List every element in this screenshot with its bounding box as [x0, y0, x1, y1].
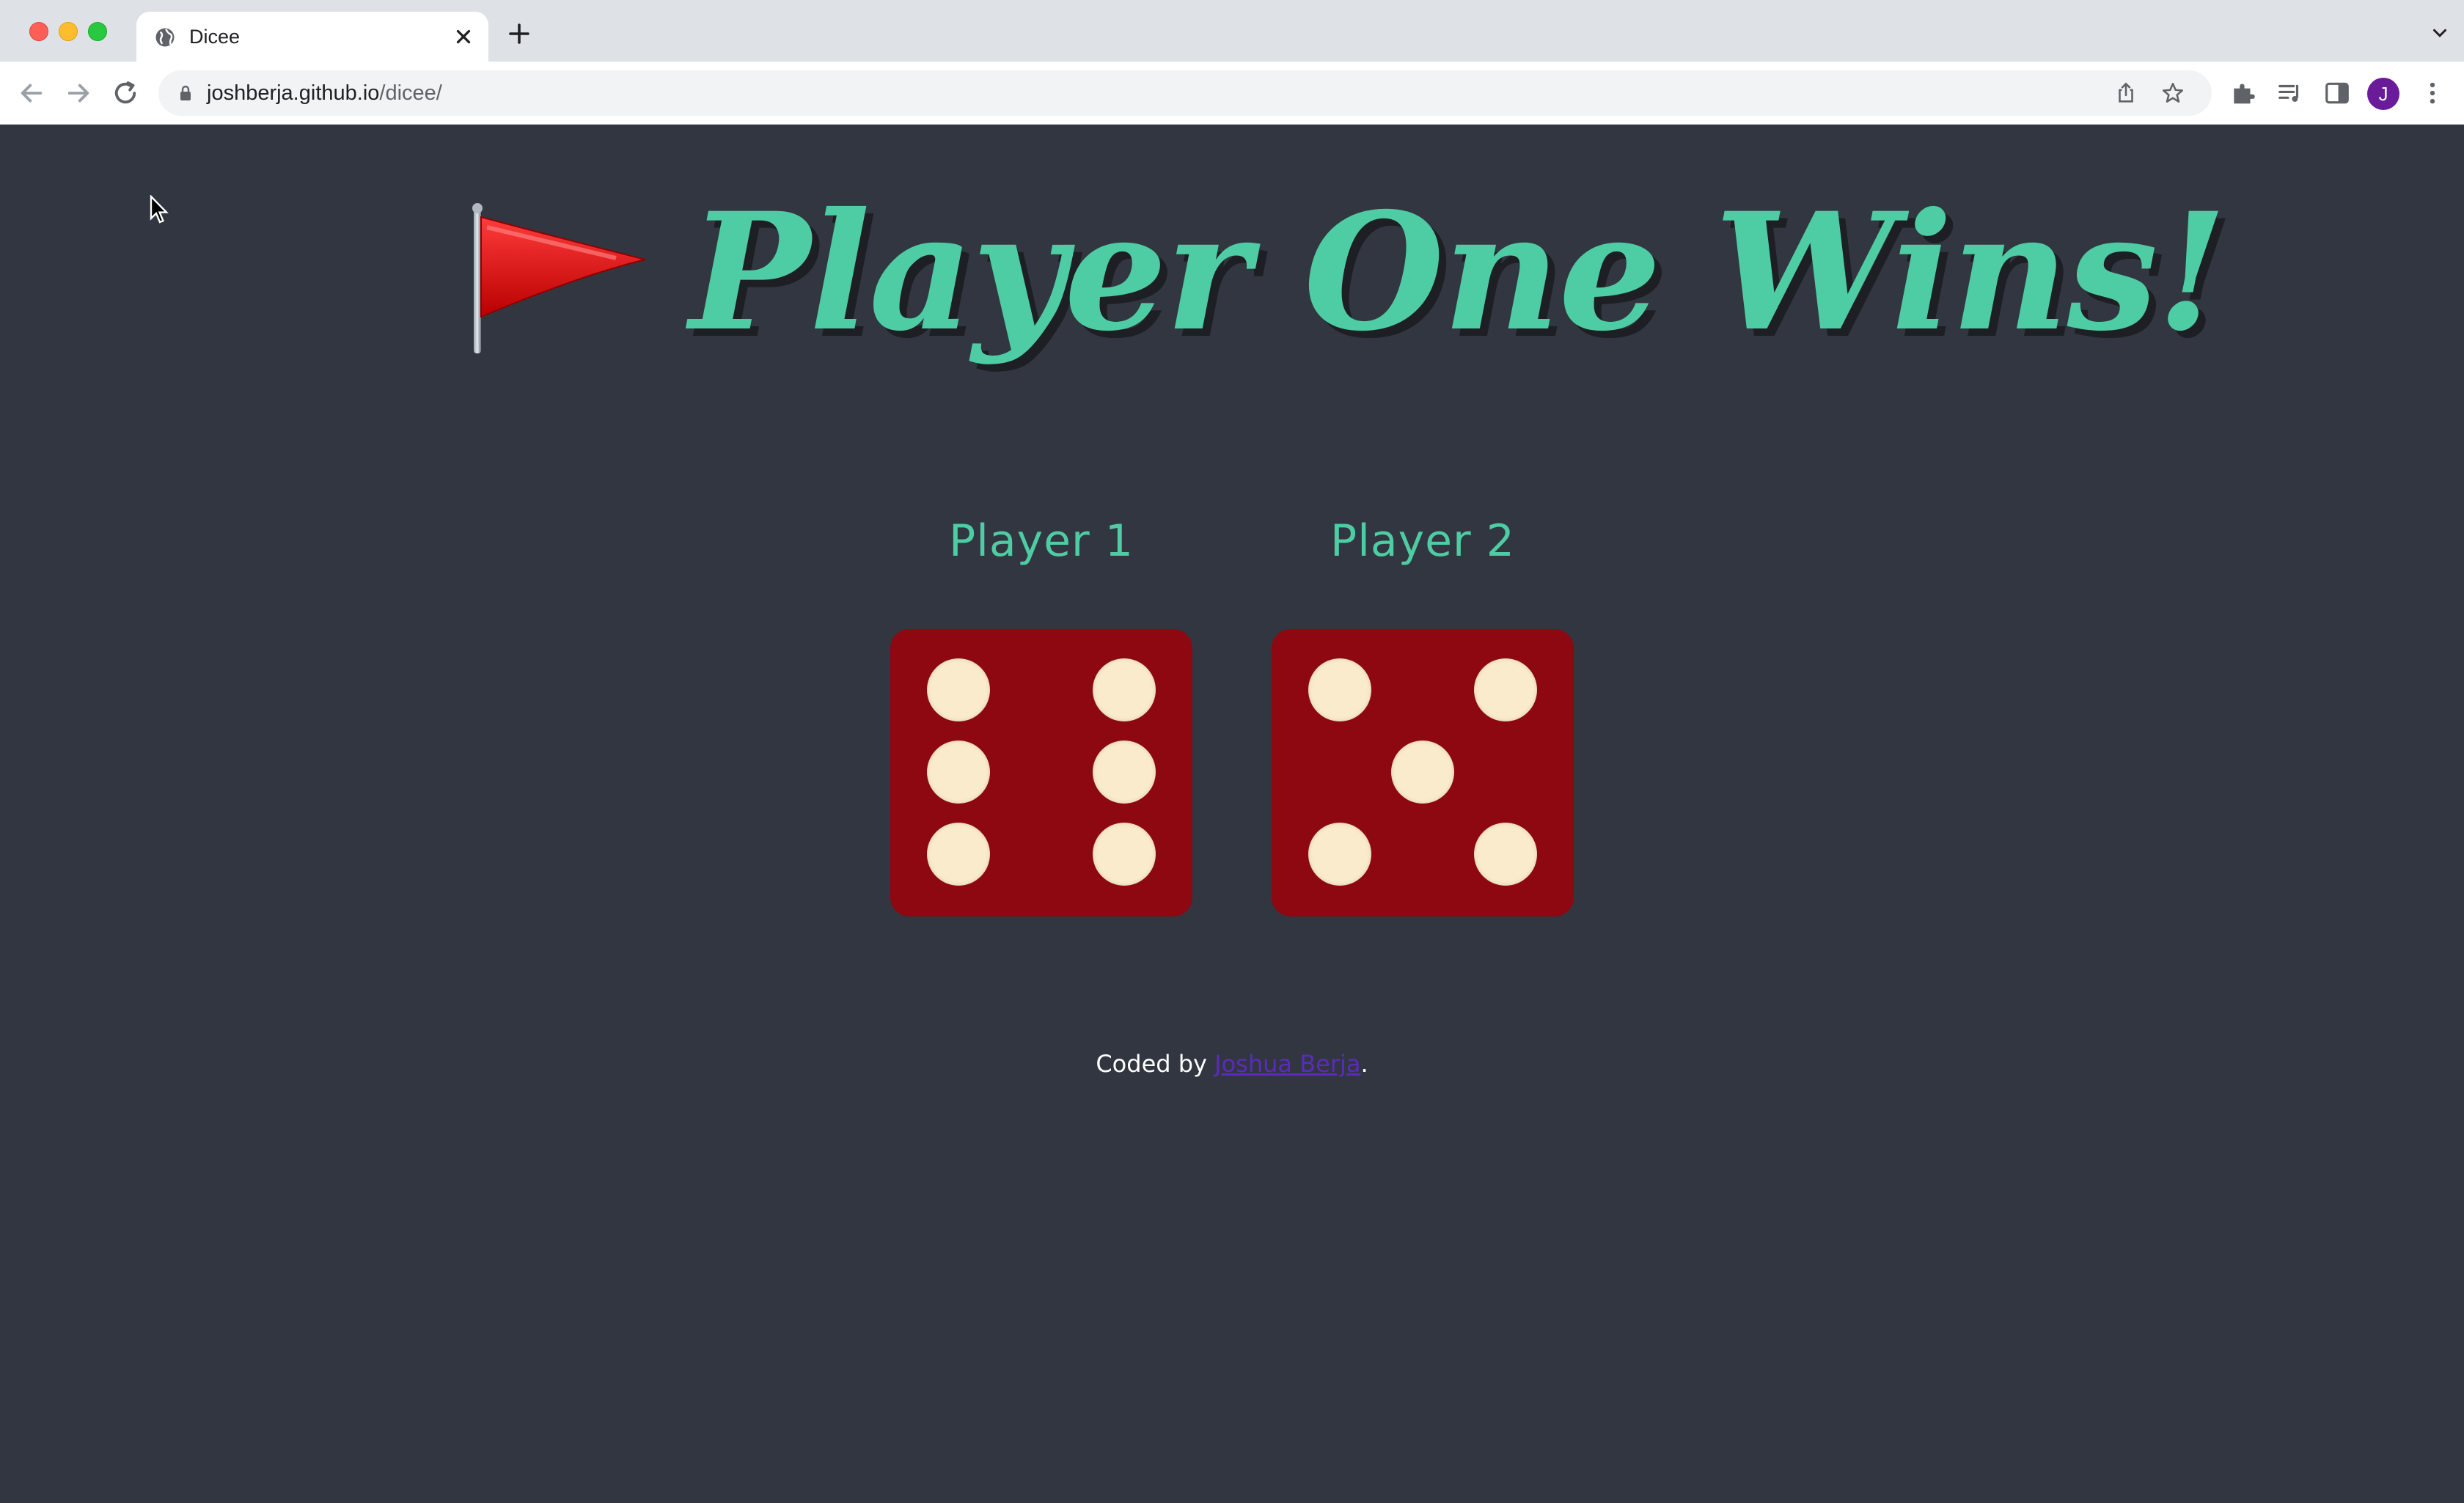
tab-dicee[interactable]: Dicee [136, 12, 488, 62]
die-pip [927, 741, 990, 804]
die-pip [1093, 823, 1156, 886]
player-two-label: Player 2 [1330, 515, 1515, 567]
star-icon[interactable] [2160, 81, 2185, 106]
lock-icon[interactable] [177, 84, 194, 102]
player-one-panel: Player 1 [887, 512, 1195, 916]
footer-prefix: Coded by [1096, 1050, 1215, 1078]
plus-icon[interactable] [506, 21, 532, 47]
minimize-window-button[interactable] [59, 22, 78, 41]
player-two-die [1272, 629, 1574, 916]
browser-toolbar: joshberja.github.io/dicee/ J [0, 62, 2464, 125]
author-link[interactable]: Joshua Berja [1214, 1050, 1360, 1078]
die-pip [1391, 741, 1454, 804]
url-path: /dicee/ [379, 81, 442, 105]
die-pip [1308, 823, 1371, 886]
fullscreen-window-button[interactable] [88, 22, 107, 41]
player-one-die [890, 629, 1192, 916]
mouse-cursor-icon [150, 195, 169, 224]
tab-title: Dicee [189, 26, 241, 48]
kebab-menu-icon[interactable] [2419, 79, 2446, 107]
reload-icon[interactable] [110, 78, 141, 109]
red-flag-icon [472, 203, 646, 353]
puzzle-icon[interactable] [2229, 79, 2257, 107]
url-host: joshberja.github.io [207, 81, 380, 105]
tab-strip: Dicee [0, 0, 2464, 62]
share-icon[interactable] [2113, 81, 2138, 106]
profile-avatar[interactable]: J [2367, 78, 2399, 110]
address-bar[interactable]: joshberja.github.io/dicee/ [158, 70, 2212, 116]
globe-icon [155, 28, 175, 47]
die-pip [927, 823, 990, 886]
die-pip [927, 658, 990, 721]
side-panel-icon[interactable] [2323, 79, 2351, 107]
url-text: joshberja.github.io/dicee/ [207, 81, 442, 105]
page-content: Player One Wins! Player 1 Player 2 Coded… [0, 125, 2464, 1503]
die-pip [1474, 658, 1537, 721]
footer-credit: Coded by Joshua Berja. [0, 1050, 2464, 1078]
forward-arrow-icon[interactable] [63, 78, 94, 109]
page-title: Player One Wins! [689, 177, 2227, 367]
result-heading: Player One Wins! [469, 188, 2227, 356]
media-icon[interactable] [2276, 79, 2304, 107]
footer-suffix: . [1360, 1050, 1368, 1078]
player-one-label: Player 1 [949, 515, 1134, 567]
close-window-button[interactable] [29, 22, 48, 41]
die-pip [1308, 658, 1371, 721]
player-two-panel: Player 2 [1269, 512, 1577, 916]
close-icon[interactable] [450, 23, 477, 50]
back-arrow-icon[interactable] [16, 78, 47, 109]
die-pip [1093, 658, 1156, 721]
die-pip [1093, 741, 1156, 804]
chevron-down-icon[interactable] [2429, 22, 2451, 44]
die-pip [1474, 823, 1537, 886]
